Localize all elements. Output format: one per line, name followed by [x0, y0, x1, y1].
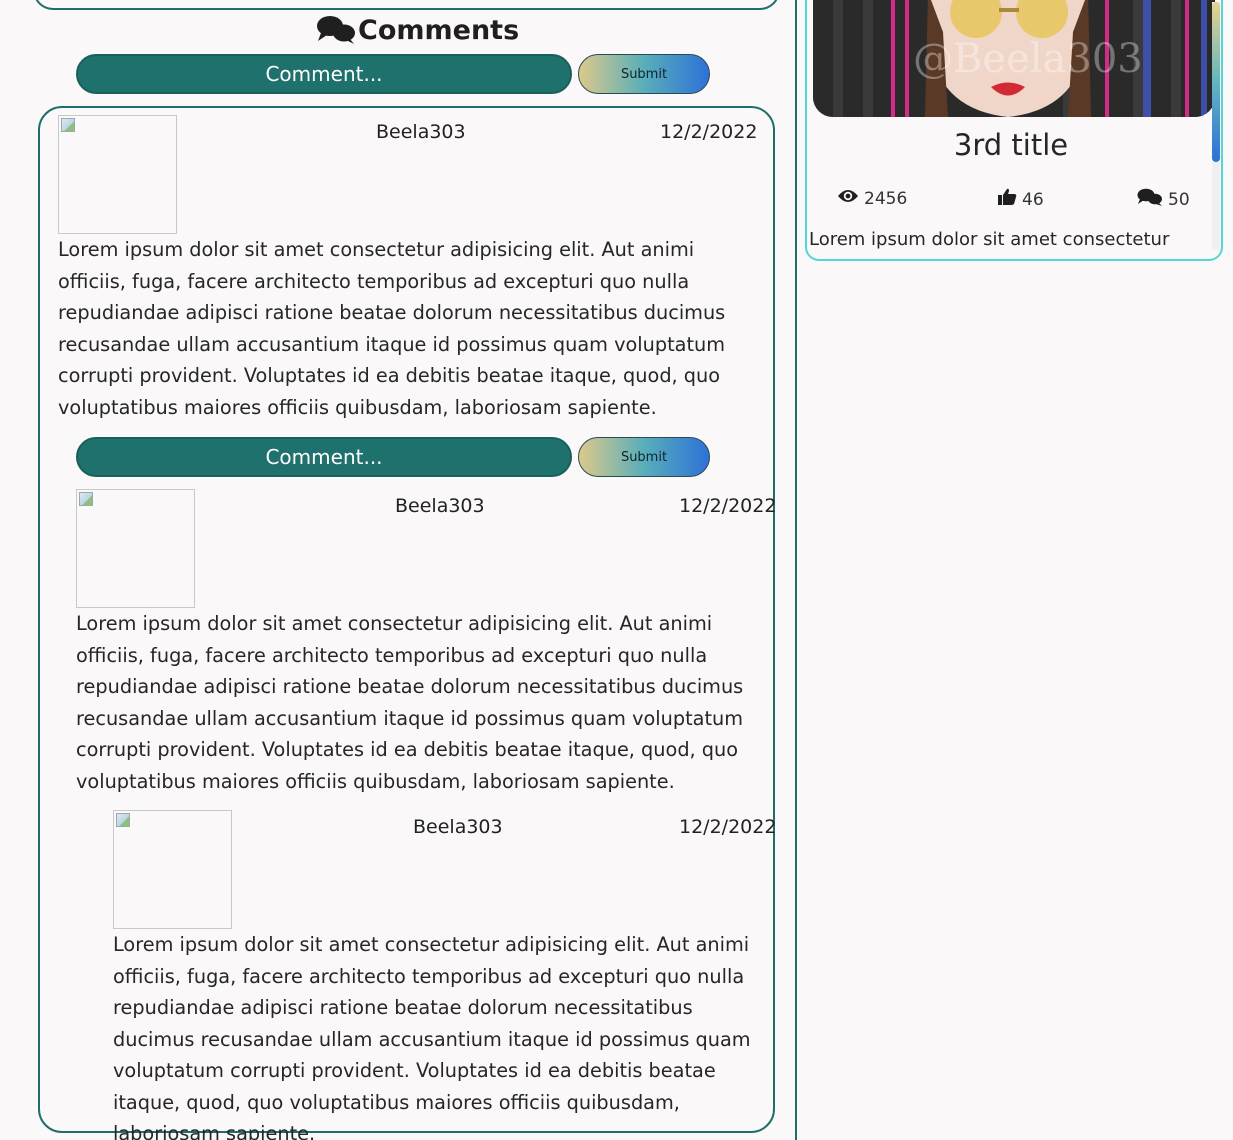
comment-item: Beela303 12/2/2022 Lorem ipsum dolor sit… [76, 489, 776, 799]
comment-item: Beela303 12/2/2022 Lorem ipsum dolor sit… [113, 810, 777, 1140]
broken-image-icon [116, 813, 130, 827]
comment-date: 12/2/2022 [679, 816, 777, 838]
comment-item: Beela303 12/2/2022 Lorem ipsum dolor sit… [58, 115, 758, 425]
reply-input[interactable]: Comment... [76, 437, 572, 477]
avatar [76, 489, 195, 608]
new-comment-input[interactable]: Comment... [76, 54, 572, 94]
comment-text: Lorem ipsum dolor sit amet consectetur a… [113, 933, 751, 1140]
comment-username[interactable]: Beela303 [376, 121, 466, 143]
broken-image-icon [79, 492, 93, 506]
comment-username[interactable]: Beela303 [395, 495, 485, 517]
avatar [113, 810, 232, 929]
comments-count: 50 [1168, 189, 1190, 210]
likes-count: 46 [1022, 189, 1044, 210]
comment-text: Lorem ipsum dolor sit amet consectetur a… [58, 238, 726, 419]
thumbs-up-icon [997, 188, 1017, 211]
post-description: Lorem ipsum dolor sit amet consectetur [809, 229, 1170, 250]
eye-icon [837, 188, 859, 209]
comments-heading: Comments [316, 12, 519, 48]
comment-date: 12/2/2022 [660, 121, 758, 143]
comment-date: 12/2/2022 [679, 495, 777, 517]
comments-title: Comments [358, 14, 520, 46]
column-divider [795, 0, 797, 1140]
broken-image-icon [61, 118, 75, 132]
previous-post-frame [33, 0, 780, 10]
submit-button[interactable]: Submit [578, 54, 710, 94]
comment-username[interactable]: Beela303 [413, 816, 503, 838]
likes-stat: 46 [997, 188, 1044, 211]
watermark: @Beela303 [913, 36, 1143, 82]
reply-submit-button[interactable]: Submit [578, 437, 710, 477]
avatar [58, 115, 177, 234]
views-stat: 2456 [837, 188, 907, 209]
views-count: 2456 [864, 188, 908, 209]
post-thumbnail[interactable]: @Beela303 [813, 0, 1215, 117]
post-card[interactable]: @Beela303 3rd title 2456 46 50 Lorem ips… [805, 0, 1223, 261]
reply-bar: Comment... Submit [76, 437, 710, 477]
post-title[interactable]: 3rd title [807, 128, 1215, 162]
comments-icon [1137, 188, 1163, 211]
comments-stat: 50 [1137, 188, 1190, 211]
comment-text: Lorem ipsum dolor sit amet consectetur a… [76, 612, 744, 793]
comments-icon [316, 15, 356, 45]
new-comment-bar: Comment... Submit [76, 54, 710, 94]
